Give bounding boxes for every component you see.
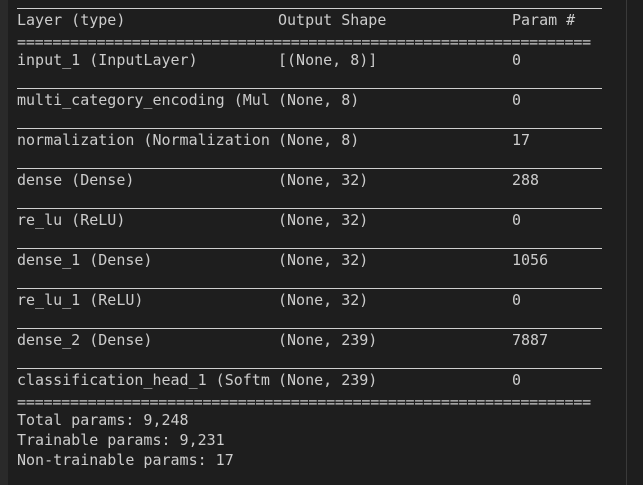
- terminal-output-panel: Layer (type) Output Shape Param # ======…: [0, 0, 643, 485]
- row-divider: [17, 208, 602, 209]
- param-count: 0: [512, 371, 522, 389]
- table-row: dense_2 (Dense) (None, 239) 7887: [17, 330, 548, 350]
- param-count: 0: [512, 91, 522, 109]
- top-rule: [17, 8, 602, 9]
- header-double-rule: ========================================…: [17, 37, 591, 47]
- layer-name: input_1 (InputLayer): [17, 51, 198, 69]
- non-trainable-params: Non-trainable params: 17: [17, 451, 234, 469]
- param-count: 0: [512, 211, 522, 229]
- row-divider: [17, 328, 602, 329]
- header-row: Layer (type) Output Shape Param #: [17, 10, 575, 30]
- layer-name: dense (Dense): [17, 171, 135, 189]
- table-row: input_1 (InputLayer) [(None, 8)] 0: [17, 50, 521, 70]
- row-divider: [17, 368, 602, 369]
- row-divider: [17, 168, 602, 169]
- row-divider: [17, 128, 602, 129]
- layer-name: normalization (Normalization: [17, 131, 270, 149]
- header-layer-type: Layer (type): [17, 11, 126, 29]
- table-row: dense_1 (Dense) (None, 32) 1056: [17, 250, 548, 270]
- table-row: classification_head_1 (Softm (None, 239)…: [17, 370, 521, 390]
- output-shape: (None, 8): [278, 131, 360, 149]
- layer-name: dense_1 (Dense): [17, 251, 153, 269]
- footer-double-rule: ========================================…: [17, 397, 591, 407]
- param-count: 1056: [512, 251, 549, 269]
- table-row: dense (Dense) (None, 32) 288: [17, 170, 539, 190]
- row-divider: [17, 88, 602, 89]
- header-param-count: Param #: [512, 11, 576, 29]
- param-count: 17: [512, 131, 531, 149]
- total-params: Total params: 9,248: [17, 411, 189, 429]
- trainable-params: Trainable params: 9,231: [17, 431, 225, 449]
- table-row: re_lu (ReLU) (None, 32) 0: [17, 210, 521, 230]
- output-shape: (None, 239): [278, 331, 378, 349]
- table-row: normalization (Normalization (None, 8) 1…: [17, 130, 530, 150]
- model-summary: Layer (type) Output Shape Param # ======…: [0, 0, 643, 485]
- param-count: 0: [512, 291, 522, 309]
- output-shape: (None, 32): [278, 211, 369, 229]
- output-shape: (None, 32): [278, 171, 369, 189]
- param-count: 288: [512, 171, 540, 189]
- output-shape: (None, 32): [278, 251, 369, 269]
- param-count: 0: [512, 51, 522, 69]
- layer-name: multi_category_encoding (Mul: [17, 91, 270, 109]
- layer-name: classification_head_1 (Softm: [17, 371, 270, 389]
- table-row: multi_category_encoding (Mul (None, 8) 0: [17, 90, 521, 110]
- layer-name: re_lu_1 (ReLU): [17, 291, 144, 309]
- layer-name: re_lu (ReLU): [17, 211, 126, 229]
- header-output-shape: Output Shape: [278, 11, 387, 29]
- table-row: re_lu_1 (ReLU) (None, 32) 0: [17, 290, 521, 310]
- output-shape: (None, 32): [278, 291, 369, 309]
- param-count: 7887: [512, 331, 549, 349]
- row-divider: [17, 288, 602, 289]
- output-shape: (None, 8): [278, 91, 360, 109]
- layer-name: dense_2 (Dense): [17, 331, 153, 349]
- row-divider: [17, 248, 602, 249]
- output-shape: [(None, 8)]: [278, 51, 378, 69]
- output-shape: (None, 239): [278, 371, 378, 389]
